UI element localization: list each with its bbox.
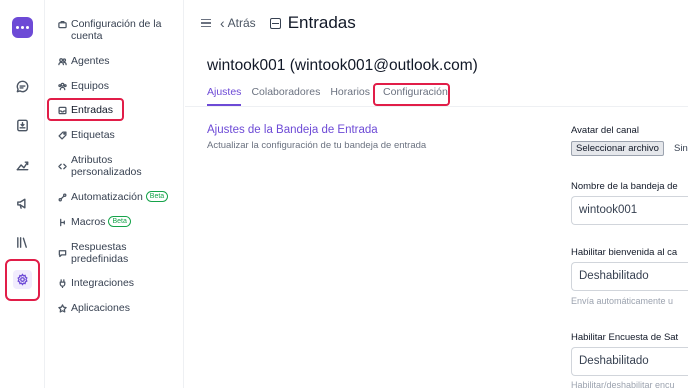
macro-icon [56,216,68,228]
apps-icon [56,302,68,314]
tag-icon [56,129,68,141]
chevron-left-icon: ‹ [220,15,225,31]
chatwoot-logo-icon[interactable] [12,17,33,38]
choose-file-button[interactable]: Seleccionar archivo [571,141,664,156]
sidebar-item-labels[interactable]: Etiquetas [56,129,115,141]
briefcase-icon [56,18,68,30]
section-description: Actualizar la configuración de tu bandej… [207,140,427,151]
menu-toggle-icon[interactable] [201,19,211,27]
contacts-icon[interactable] [12,115,33,136]
inbox-name-label: Nombre de la bandeja de [571,181,678,192]
sidebar-inboxes-highlight [47,98,124,121]
welcome-help-text: Envía automáticamente u [571,296,674,306]
survey-help-text: Habilitar/deshabilitar encu [571,380,675,388]
team-icon [56,80,68,92]
primary-nav-rail [0,0,45,388]
inbox-name-input[interactable]: wintook001 [571,196,688,225]
chat-icon [56,247,68,259]
tab-settings[interactable]: Ajustes [207,86,242,106]
tab-collaborators[interactable]: Colaboradores [251,86,320,106]
sidebar-item-automation[interactable]: Automatización Beta [56,191,169,203]
settings-nav-highlight[interactable] [5,259,40,301]
campaigns-icon[interactable] [12,193,33,214]
plug-icon [56,277,68,289]
survey-label: Habilitar Encuesta de Sat [571,332,679,343]
configuration-tab-highlight [373,83,450,106]
sidebar-item-canned-responses[interactable]: Respuestas predefinidas [56,241,161,265]
page-header: ‹ Atrás Entradas [201,12,356,34]
sidebar-item-macros[interactable]: Macros Beta [56,216,131,228]
beta-badge: Beta [108,216,131,227]
automation-icon [56,191,68,203]
people-icon [56,55,68,67]
settings-sidebar: Configuración de la cuenta Agentes Equip… [45,0,184,388]
sidebar-item-applications[interactable]: Aplicaciones [56,302,130,314]
sidebar-item-agents[interactable]: Agentes [56,55,110,67]
tabs-divider [185,106,688,107]
sidebar-item-custom-attributes[interactable]: Atributos personalizados [56,154,161,178]
inbox-name-heading: wintook001 (wintook001@outlook.com) [207,57,478,74]
survey-select[interactable]: Deshabilitado [571,347,688,376]
page-title: Entradas [287,13,356,32]
welcome-select[interactable]: Deshabilitado [571,262,688,291]
conversations-icon[interactable] [12,76,33,97]
sidebar-item-teams[interactable]: Equipos [56,80,109,92]
beta-badge: Beta [145,191,169,202]
back-button[interactable]: ‹ Atrás [220,15,256,31]
sidebar-item-integrations[interactable]: Integraciones [56,277,134,289]
inbox-icon [269,17,281,29]
tab-business-hours[interactable]: Horarios [330,86,370,106]
file-status-text: Sin [674,143,688,154]
gear-icon[interactable] [13,270,32,289]
main-content: ‹ Atrás Entradas wintook001 (wintook001@… [185,0,688,388]
sidebar-item-account-settings[interactable]: Configuración de la cuenta [56,18,171,42]
code-icon [56,160,68,172]
reports-icon[interactable] [12,154,33,175]
welcome-label: Habilitar bienvenida al ca [571,247,678,258]
library-icon[interactable] [12,232,33,253]
avatar-label: Avatar del canal [571,125,639,136]
section-title: Ajustes de la Bandeja de Entrada [207,124,378,136]
